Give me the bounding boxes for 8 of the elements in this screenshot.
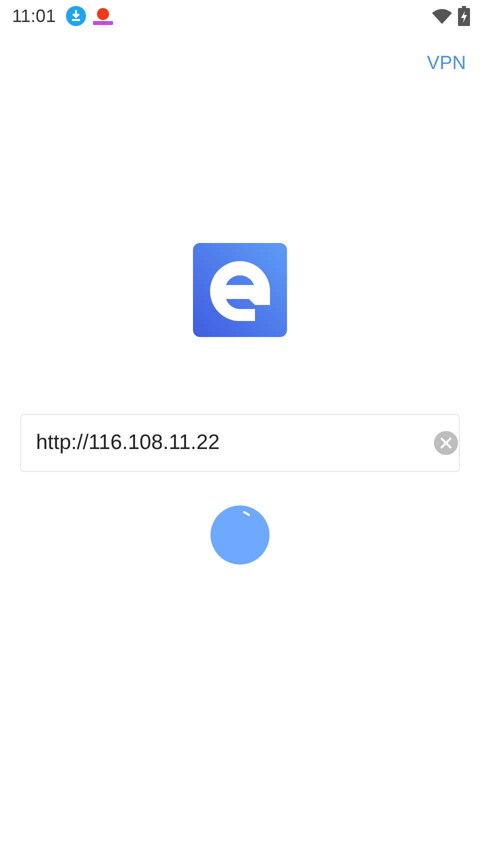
app-notification-icon xyxy=(92,6,114,26)
url-input-field[interactable]: http://116.108.11.22 xyxy=(36,431,434,455)
battery-icon xyxy=(458,6,470,26)
url-field[interactable]: http://116.108.11.22 xyxy=(20,414,460,472)
status-time: 11:01 xyxy=(12,6,56,26)
wifi-icon xyxy=(432,8,452,24)
clear-icon[interactable] xyxy=(434,431,458,455)
download-icon xyxy=(66,6,86,26)
